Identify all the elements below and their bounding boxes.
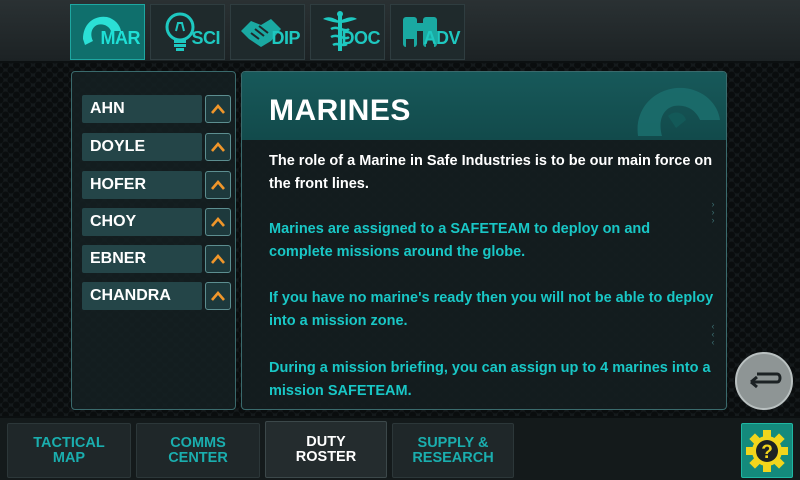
marine-roster-panel: AHN DOYLE HOFER CHOY EBNER CHANDRA: [71, 71, 236, 410]
page-title: MARINES: [269, 94, 411, 127]
marine-name[interactable]: CHANDRA: [82, 282, 202, 310]
tab-label: MAR: [100, 28, 141, 48]
tab-label: ADV: [423, 28, 460, 48]
chevron-up-icon: [211, 180, 225, 190]
roster-item[interactable]: HOFER: [82, 171, 231, 199]
marine-name[interactable]: CHOY: [82, 208, 202, 236]
bottom-navigation: TACTICAL MAP COMMS CENTER DUTY ROSTER SU…: [0, 416, 800, 480]
info-header: MARINES: [242, 72, 726, 140]
roster-item[interactable]: EBNER: [82, 245, 231, 273]
marines-info-panel: MARINES The role of a Marine in Safe Ind…: [241, 71, 727, 410]
promote-button[interactable]: [205, 171, 231, 199]
marine-name[interactable]: DOYLE: [82, 133, 202, 161]
return-arrow-icon: [750, 372, 782, 389]
tab-doctor[interactable]: DOC: [310, 4, 385, 60]
info-paragraph: During a mission briefing, you can assig…: [269, 360, 711, 399]
tab-diplomacy[interactable]: DIP: [230, 4, 305, 60]
promote-button[interactable]: [205, 208, 231, 236]
svg-text:?: ?: [761, 442, 773, 463]
info-paragraph: Marines are assigned to a SAFETEAM to de…: [269, 221, 651, 260]
tab-label: SCI: [191, 28, 220, 48]
chevron-up-icon: [211, 142, 225, 152]
chevron-up-icon: [211, 217, 225, 227]
info-paragraph: If you have no marine's ready then you w…: [269, 290, 714, 329]
promote-button[interactable]: [205, 282, 231, 310]
scroll-indicator-top: › › ›: [711, 199, 715, 225]
tab-label: DIP: [271, 28, 300, 48]
nav-supply-research[interactable]: SUPPLY & RESEARCH: [392, 423, 514, 478]
nav-comms-center[interactable]: COMMS CENTER: [136, 423, 260, 478]
roster-item[interactable]: CHANDRA: [82, 282, 231, 310]
nav-label: COMMS CENTER: [168, 434, 228, 466]
nav-tactical-map[interactable]: TACTICAL MAP: [7, 423, 131, 478]
chevron-up-icon: [211, 291, 225, 301]
back-button[interactable]: [735, 352, 793, 410]
promote-button[interactable]: [205, 245, 231, 273]
nav-label: TACTICAL MAP: [33, 434, 105, 466]
promote-button[interactable]: [205, 95, 231, 123]
scroll-indicator-bottom: ‹ ‹ ‹: [711, 321, 715, 347]
nav-duty-roster[interactable]: DUTY ROSTER: [265, 421, 387, 478]
help-button[interactable]: ?: [741, 423, 793, 478]
chevron-up-icon: [211, 254, 225, 264]
help-gear-icon: ?: [746, 430, 788, 472]
department-tab-bar: MAR SCI DIP DOC ADV: [0, 0, 800, 63]
marine-name[interactable]: AHN: [82, 95, 202, 123]
chevron-up-icon: [211, 104, 225, 114]
roster-item[interactable]: CHOY: [82, 208, 231, 236]
nav-label: SUPPLY & RESEARCH: [412, 434, 494, 466]
info-paragraph: The role of a Marine in Safe Industries …: [269, 153, 713, 192]
roster-item[interactable]: AHN: [82, 95, 231, 123]
tab-label: DOC: [341, 28, 381, 48]
tab-science[interactable]: SCI: [150, 4, 225, 60]
promote-button[interactable]: [205, 133, 231, 161]
tab-marines[interactable]: MAR: [70, 4, 145, 60]
marine-helmet-icon: [637, 87, 720, 136]
tab-advisor[interactable]: ADV: [390, 4, 465, 60]
marine-name[interactable]: EBNER: [82, 245, 202, 273]
roster-item[interactable]: DOYLE: [82, 133, 231, 161]
nav-label: DUTY ROSTER: [295, 433, 357, 465]
marine-name[interactable]: HOFER: [82, 171, 202, 199]
